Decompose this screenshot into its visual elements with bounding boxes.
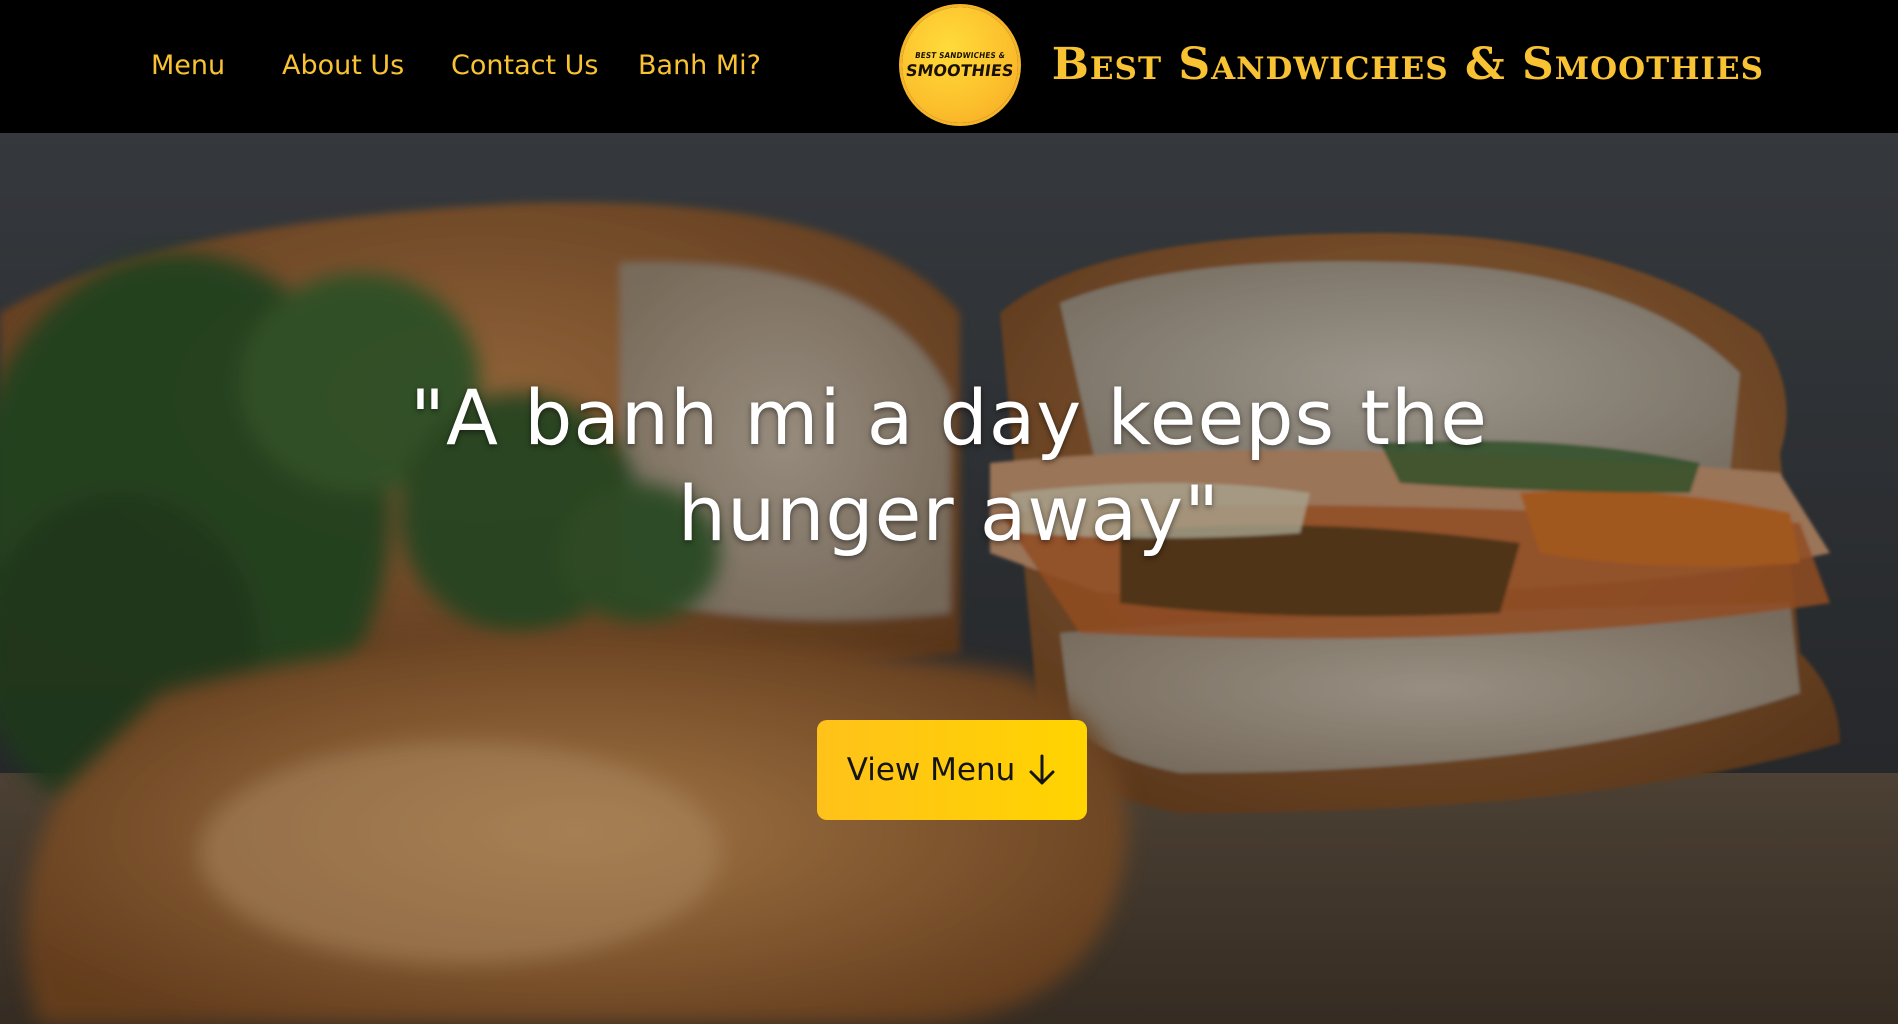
brand-title: Best Sandwiches & Smoothies	[1051, 39, 1764, 90]
hero-quote-line-1: "A banh mi a day keeps the	[410, 373, 1488, 462]
nav-link-menu[interactable]: Menu	[151, 48, 225, 84]
view-menu-label: View Menu	[846, 752, 1016, 788]
top-navbar: Menu About Us Contact Us Banh Mi? BEST S…	[0, 0, 1898, 133]
nav-link-contact-us[interactable]: Contact Us	[451, 48, 598, 84]
hero-section: "A banh mi a day keeps the hunger away" …	[0, 133, 1898, 1024]
hero-quote: "A banh mi a day keeps the hunger away"	[349, 370, 1549, 562]
hero-dark-overlay	[0, 133, 1898, 1024]
logo-bottom-text: SMOOTHIES	[904, 60, 1016, 80]
nav-link-banh-mi[interactable]: Banh Mi?	[638, 48, 761, 84]
logo-top-text: BEST SANDWICHES &	[914, 50, 1006, 60]
arrow-down-icon	[1029, 754, 1055, 785]
view-menu-button[interactable]: View Menu	[817, 720, 1087, 820]
site-logo[interactable]: BEST SANDWICHES & SMOOTHIES	[902, 7, 1018, 123]
nav-link-about-us[interactable]: About Us	[282, 48, 404, 84]
hero-quote-line-2: hunger away"	[677, 469, 1221, 558]
